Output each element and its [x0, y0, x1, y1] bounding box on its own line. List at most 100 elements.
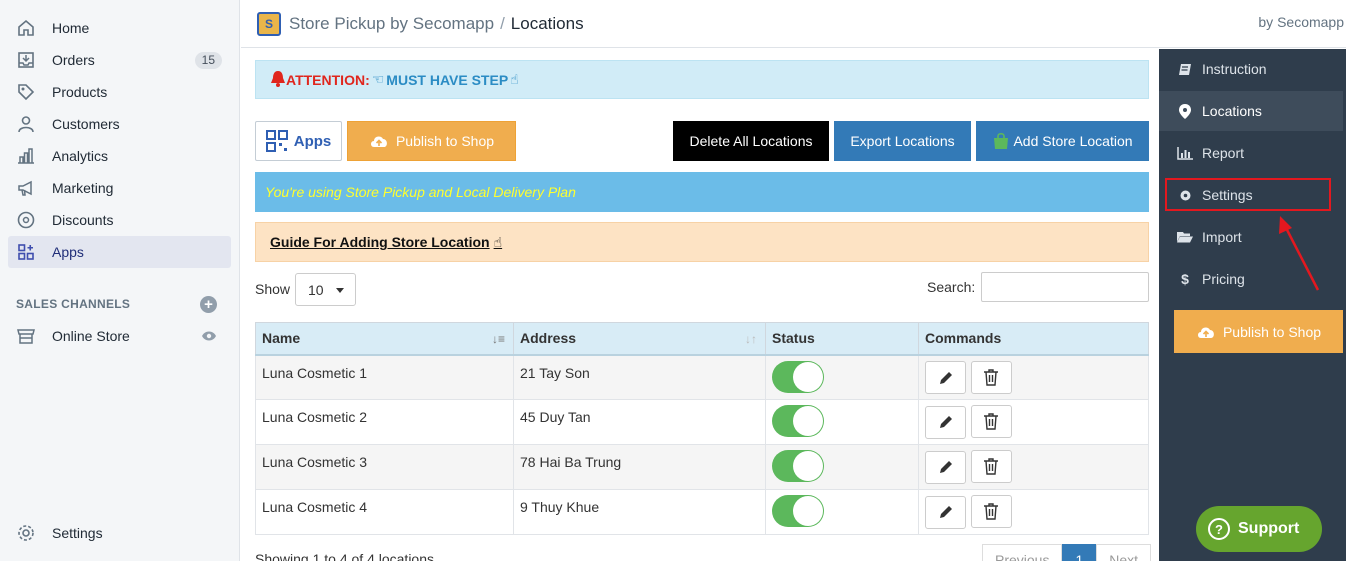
status-toggle[interactable]	[772, 495, 824, 527]
nav-item-products[interactable]: Products	[8, 76, 231, 108]
bar-chart-icon	[16, 146, 36, 166]
publish-button-label: Publish to Shop	[1222, 323, 1322, 340]
edit-button[interactable]	[925, 405, 966, 439]
plan-notice: You're using Store Pickup and Local Deli…	[255, 172, 1149, 212]
guide-link[interactable]: Guide For Adding Store Location ☝	[255, 222, 1149, 262]
breadcrumb-separator: /	[500, 13, 505, 33]
nav-item-home[interactable]: Home	[8, 12, 231, 44]
table-row: Luna Cosmetic 3 78 Hai Ba Trung	[255, 444, 1149, 490]
add-channel-icon[interactable]: +	[200, 296, 217, 313]
location-address: 9 Thuy Khue	[513, 489, 766, 535]
app-developer: by Secomapp	[1258, 14, 1344, 30]
sort-icon: ↓↑	[745, 332, 757, 346]
sidebar-item-report[interactable]: Report	[1159, 133, 1343, 173]
edit-button[interactable]	[925, 495, 966, 529]
add-store-location-button[interactable]: Add Store Location	[976, 121, 1149, 161]
apps-button-label: Apps	[293, 132, 332, 150]
status-toggle[interactable]	[772, 405, 824, 437]
delete-button[interactable]	[970, 495, 1012, 528]
store-icon	[16, 326, 36, 346]
app-header: S Store Pickup by Secomapp / Locations b…	[241, 0, 1346, 48]
location-name: Luna Cosmetic 2	[255, 399, 514, 445]
page-size-value: 10	[308, 281, 324, 298]
export-locations-button[interactable]: Export Locations	[834, 121, 971, 161]
location-name: Luna Cosmetic 1	[255, 354, 514, 400]
nav-label: Orders	[52, 52, 95, 68]
nav-label: Products	[52, 84, 108, 100]
locations-table: Name ↓≡ Address ↓↑ Status Commands Luna Co…	[255, 322, 1149, 535]
sidebar-item-instruction[interactable]: Instruction	[1159, 49, 1343, 89]
table-info: Showing 1 to 4 of 4 locations	[255, 551, 435, 561]
nav-label: Marketing	[52, 180, 114, 196]
status-toggle[interactable]	[772, 450, 824, 482]
trash-icon	[983, 413, 999, 430]
sidebar-label: Report	[1202, 145, 1245, 161]
location-name: Luna Cosmetic 4	[255, 489, 514, 535]
delete-button[interactable]	[970, 360, 1012, 394]
nav-item-settings[interactable]: Settings	[8, 517, 231, 549]
shopping-bag-icon	[992, 132, 1010, 150]
bell-icon	[270, 70, 286, 90]
bar-chart-icon	[1175, 146, 1195, 160]
sidebar-label: Import	[1202, 229, 1242, 245]
breadcrumb-app[interactable]: Store Pickup by Secomapp	[289, 14, 494, 34]
nav-item-orders[interactable]: Orders 15	[8, 44, 231, 76]
support-button[interactable]: ? Support	[1196, 506, 1322, 552]
pointing-hand-icon: ☜	[371, 71, 385, 87]
column-header-status: Status	[765, 322, 919, 356]
trash-icon	[983, 458, 999, 475]
sidebar-item-locations[interactable]: Locations	[1159, 91, 1343, 131]
gear-icon	[16, 523, 36, 543]
delete-all-locations-button[interactable]: Delete All Locations	[673, 121, 829, 161]
pencil-icon	[938, 459, 954, 475]
app-logo-icon: S	[257, 11, 281, 36]
discount-icon	[16, 210, 36, 230]
tag-icon	[16, 82, 36, 102]
nav-item-customers[interactable]: Customers	[8, 108, 231, 140]
sidebar-label: Pricing	[1202, 271, 1245, 287]
attention-banner[interactable]: ATTENTION: ☜ MUST HAVE STEP ☝	[255, 60, 1149, 99]
sidebar-publish-button[interactable]: Publish to Shop	[1174, 310, 1343, 353]
nav-label: Discounts	[52, 212, 114, 228]
nav-label: Apps	[52, 244, 84, 260]
edit-button[interactable]	[925, 361, 966, 394]
trash-icon	[983, 503, 999, 520]
person-icon	[16, 114, 36, 134]
apps-button[interactable]: Apps	[255, 121, 342, 161]
pagination-page[interactable]: 1	[1062, 544, 1097, 561]
sort-desc-icon: ↓≡	[491, 332, 505, 346]
cloud-upload-icon	[1196, 325, 1216, 339]
sidebar-label: Locations	[1202, 103, 1262, 119]
nav-label: Settings	[52, 525, 103, 541]
publish-to-shop-button[interactable]: Publish to Shop	[347, 121, 516, 161]
nav-item-apps[interactable]: Apps	[8, 236, 231, 268]
nav-item-online-store[interactable]: Online Store	[8, 320, 231, 352]
column-header-name[interactable]: Name ↓≡	[255, 322, 514, 356]
pagination-next[interactable]: Next	[1096, 544, 1152, 561]
delete-button[interactable]	[970, 405, 1012, 438]
page-size-select[interactable]: 10	[295, 273, 356, 306]
map-marker-icon	[1175, 103, 1195, 119]
pagination: Previous 1 Next	[982, 544, 1152, 561]
home-icon	[16, 18, 36, 38]
search-input[interactable]	[981, 272, 1149, 302]
status-toggle[interactable]	[772, 360, 824, 393]
edit-button[interactable]	[925, 450, 966, 484]
eye-icon[interactable]	[201, 329, 217, 346]
pagination-previous[interactable]: Previous	[982, 544, 1063, 561]
sales-channels-title: SALES CHANNELS	[16, 297, 131, 311]
nav-item-marketing[interactable]: Marketing	[8, 172, 231, 204]
nav-label: Analytics	[52, 148, 109, 164]
delete-button[interactable]	[970, 450, 1012, 483]
column-header-address[interactable]: Address ↓↑	[513, 322, 766, 356]
nav-item-analytics[interactable]: Analytics	[8, 140, 231, 172]
pencil-icon	[938, 504, 954, 520]
table-row: Luna Cosmetic 2 45 Duy Tan	[255, 399, 1149, 445]
book-icon	[1175, 63, 1195, 76]
table-row: Luna Cosmetic 1 21 Tay Son	[255, 354, 1149, 400]
show-label: Show	[255, 281, 291, 297]
support-label: Support	[1238, 520, 1300, 537]
caret-down-icon	[336, 288, 344, 293]
megaphone-icon	[16, 178, 36, 198]
nav-item-discounts[interactable]: Discounts	[8, 204, 231, 236]
